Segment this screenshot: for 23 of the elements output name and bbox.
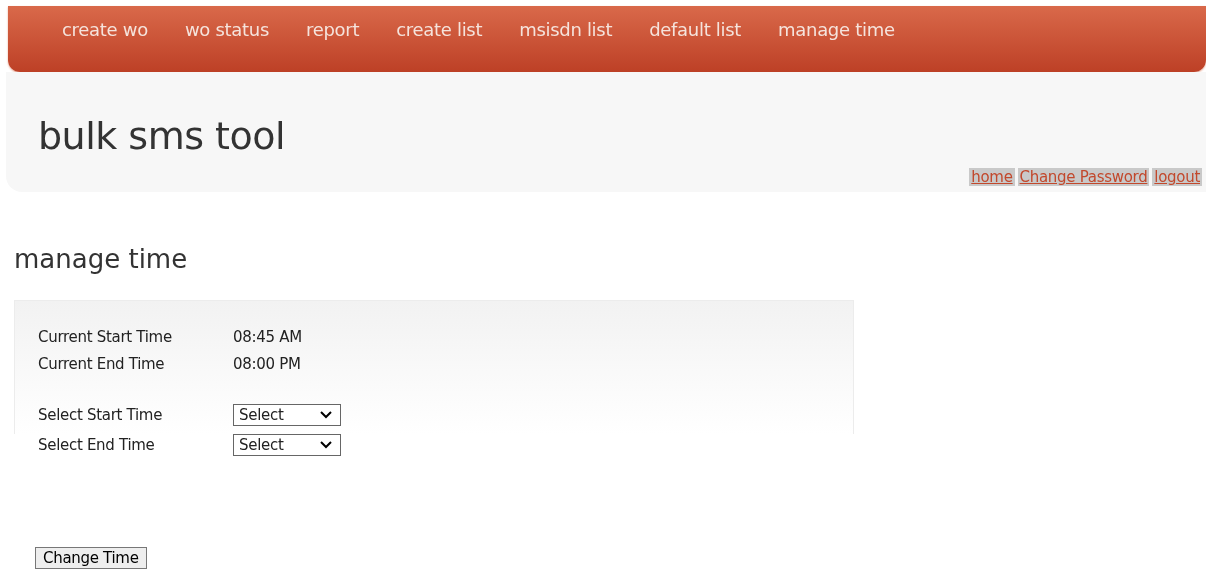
nav-link[interactable]: report [306, 18, 360, 40]
header-link[interactable]: logout [1152, 168, 1202, 186]
nav-link[interactable]: manage time [778, 18, 895, 40]
time-value: 08:45 AM [233, 327, 302, 346]
chevron-icon [320, 411, 332, 419]
page-heading: manage time [14, 244, 189, 276]
field-label: Select End Time [38, 436, 156, 454]
site-title: bulk sms tool [38, 114, 285, 158]
time-dropdown[interactable]: Select [233, 434, 341, 456]
chevron-icon [320, 441, 332, 449]
change-time-button[interactable]: Change Time [35, 547, 147, 569]
nav-link[interactable]: default list [649, 18, 742, 40]
nav-link[interactable]: msisdn list [519, 18, 613, 40]
header-link[interactable]: home [969, 168, 1015, 186]
field-label: Select Start Time [38, 406, 164, 424]
field-label: Current Start Time [38, 327, 173, 346]
time-value: 08:00 PM [233, 354, 301, 373]
time-dropdown[interactable]: Select [233, 404, 341, 426]
nav-link[interactable]: create list [396, 18, 483, 40]
nav-link[interactable]: wo status [184, 18, 269, 40]
field-label: Current End Time [38, 354, 166, 373]
nav-link[interactable]: create wo [62, 18, 148, 40]
header-link[interactable]: Change Password [1017, 168, 1150, 186]
